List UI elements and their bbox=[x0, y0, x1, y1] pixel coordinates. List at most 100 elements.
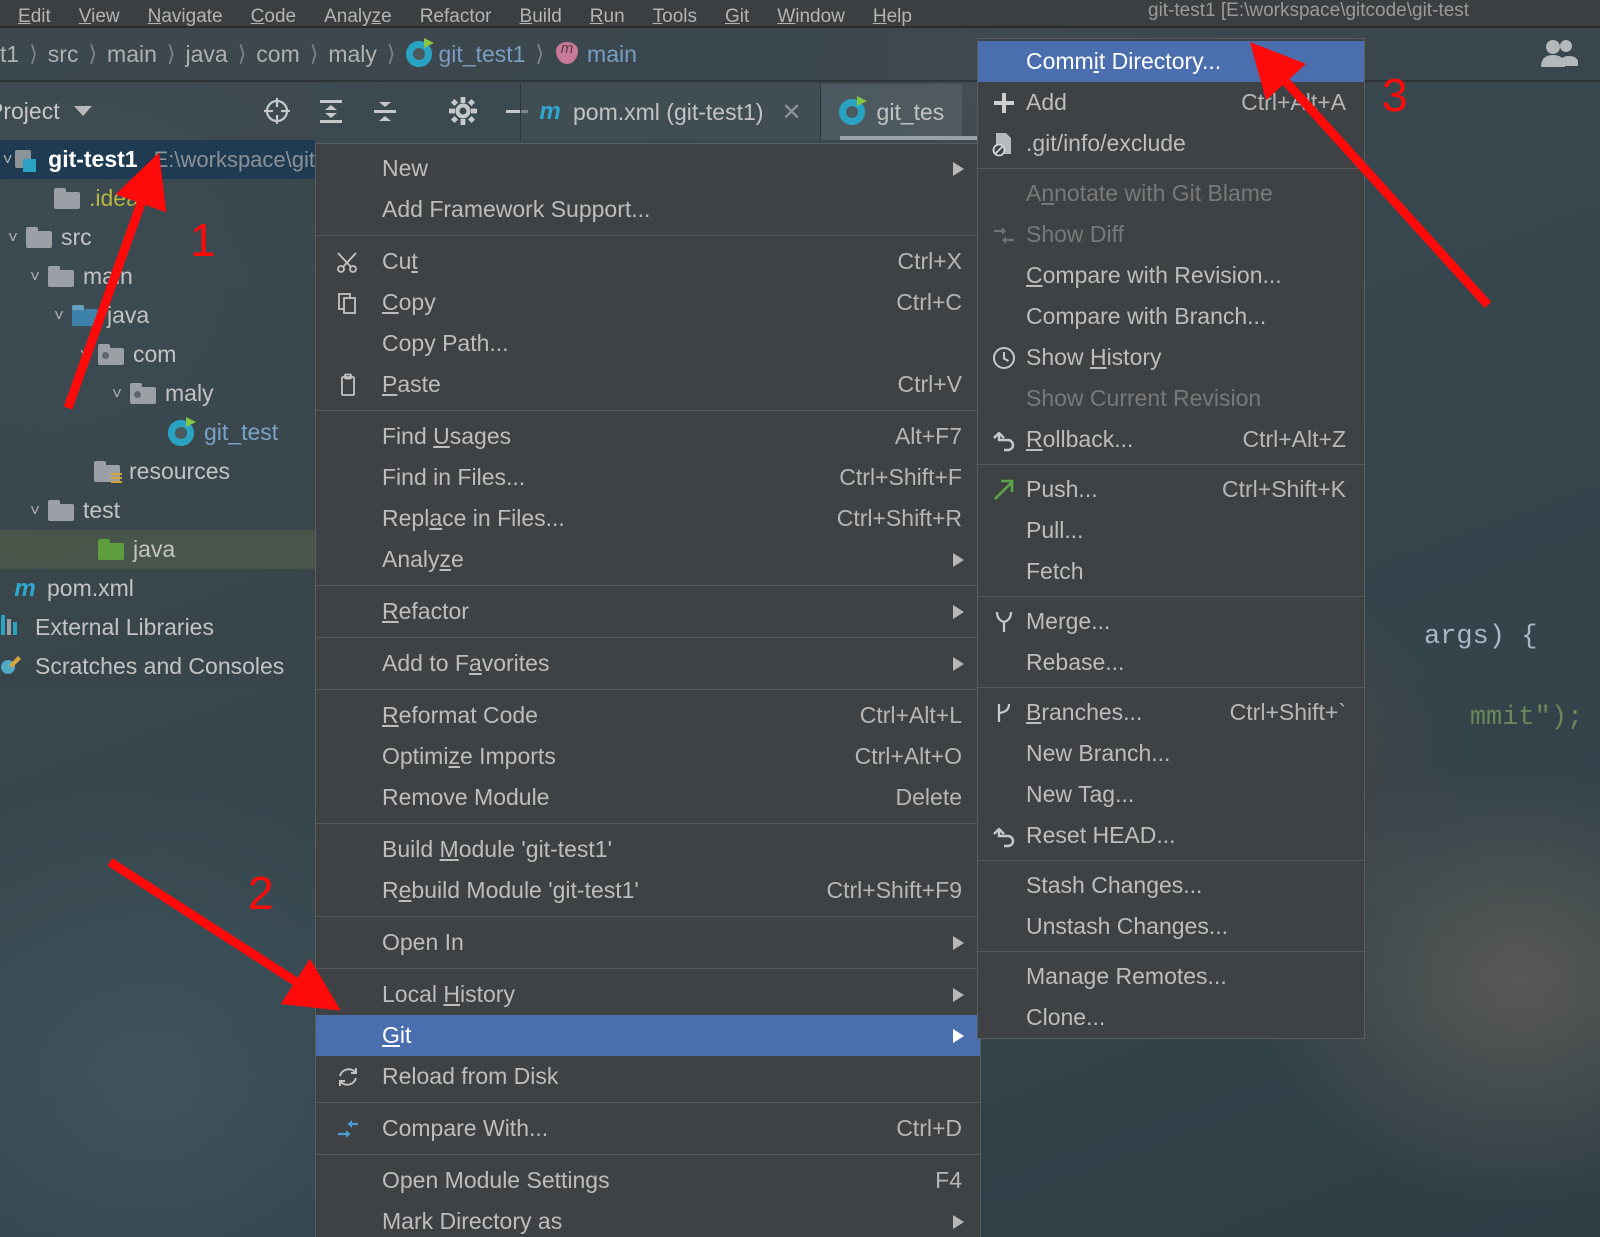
menu-run[interactable]: Run bbox=[590, 7, 625, 26]
editor-tab-pom-xml[interactable]: m pom.xml (git-test1) ✕ bbox=[520, 84, 820, 140]
chevron-down-icon[interactable]: ˅ bbox=[46, 306, 72, 326]
menu-edit[interactable]: Edit bbox=[18, 7, 51, 26]
breadcrumb-item-3[interactable]: java bbox=[186, 41, 228, 68]
menu-item-label: Build Module 'git-test1' bbox=[382, 836, 612, 862]
git-item-add[interactable]: Add Ctrl+Alt+A bbox=[978, 82, 1364, 123]
git-item-new-branch[interactable]: New Branch... bbox=[978, 733, 1364, 774]
git-item-pull[interactable]: Pull... bbox=[978, 510, 1364, 551]
tree-item-test[interactable]: ˅ test bbox=[0, 491, 315, 530]
menu-item-build-module[interactable]: Build Module 'git-test1' bbox=[316, 829, 980, 870]
menu-item-optimize-imports[interactable]: Optimize Imports Ctrl+Alt+O bbox=[316, 736, 980, 777]
git-item-exclude[interactable]: .git/info/exclude bbox=[978, 123, 1364, 164]
menu-item-add-to-favorites[interactable]: Add to Favorites bbox=[316, 643, 980, 684]
menu-item-git[interactable]: Git bbox=[316, 1015, 980, 1056]
menu-item-rebuild-module[interactable]: Rebuild Module 'git-test1' Ctrl+Shift+F9 bbox=[316, 870, 980, 911]
menu-tools[interactable]: Tools bbox=[653, 7, 697, 26]
menu-item-copy[interactable]: Copy Ctrl+C bbox=[316, 282, 980, 323]
menu-item-label: Mark Directory as bbox=[382, 1208, 563, 1234]
menu-item-remove-module[interactable]: Remove Module Delete bbox=[316, 777, 980, 818]
project-context-menu[interactable]: New Add Framework Support... Cut Ctrl+X bbox=[315, 143, 981, 1237]
menu-analyze[interactable]: Analyze bbox=[324, 7, 392, 26]
git-item-rollback[interactable]: Rollback... Ctrl+Alt+Z bbox=[978, 419, 1364, 460]
chevron-down-icon[interactable] bbox=[73, 106, 92, 116]
breadcrumb-item-5[interactable]: maly bbox=[328, 41, 377, 68]
menu-item-reload-from-disk[interactable]: Reload from Disk bbox=[316, 1056, 980, 1097]
menu-item-open-module-settings[interactable]: Open Module Settings F4 bbox=[316, 1160, 980, 1201]
menu-item-new[interactable]: New bbox=[316, 148, 980, 189]
menu-item-add-framework-support[interactable]: Add Framework Support... bbox=[316, 189, 980, 230]
chevron-down-icon[interactable]: ˅ bbox=[22, 501, 48, 521]
menu-item-paste[interactable]: Paste Ctrl+V bbox=[316, 364, 980, 405]
tree-item-scratches-and-consoles[interactable]: Scratches and Consoles bbox=[0, 647, 315, 685]
breadcrumb-item-1[interactable]: src bbox=[48, 41, 79, 68]
menu-git[interactable]: Git bbox=[725, 7, 749, 26]
settings-gear-icon[interactable] bbox=[448, 96, 478, 126]
chevron-down-icon[interactable]: ˅ bbox=[72, 345, 98, 365]
menu-item-find-in-files[interactable]: Find in Files... Ctrl+Shift+F bbox=[316, 457, 980, 498]
menu-item-refactor[interactable]: Refactor bbox=[316, 591, 980, 632]
menu-code[interactable]: Code bbox=[251, 7, 296, 26]
breadcrumb-item-0[interactable]: t1 bbox=[0, 41, 19, 68]
tree-item-maly[interactable]: ˅ maly bbox=[0, 374, 315, 413]
git-submenu[interactable]: Commit Directory... Add Ctrl+Alt+A .git/… bbox=[977, 38, 1365, 1039]
chevron-down-icon[interactable]: ˅ bbox=[0, 150, 15, 170]
breadcrumb-item-4[interactable]: com bbox=[256, 41, 299, 68]
git-item-compare-with-branch[interactable]: Compare with Branch... bbox=[978, 296, 1364, 337]
tree-item-java-test[interactable]: java bbox=[0, 530, 315, 569]
close-icon[interactable]: ✕ bbox=[781, 98, 801, 127]
tree-item-module[interactable]: ˅ git-test1 E:\workspace\git bbox=[0, 140, 315, 179]
editor-tab-bar[interactable]: m pom.xml (git-test1) ✕ git_tes bbox=[520, 84, 963, 140]
git-item-fetch[interactable]: Fetch bbox=[978, 551, 1364, 592]
menu-item-reformat-code[interactable]: Reformat Code Ctrl+Alt+L bbox=[316, 695, 980, 736]
git-item-unstash-changes[interactable]: Unstash Changes... bbox=[978, 906, 1364, 947]
git-item-new-tag[interactable]: New Tag... bbox=[978, 774, 1364, 815]
chevron-down-icon[interactable]: ˅ bbox=[0, 228, 26, 248]
git-item-merge[interactable]: Merge... bbox=[978, 601, 1364, 642]
menu-view[interactable]: View bbox=[79, 7, 120, 26]
git-item-reset-head[interactable]: Reset HEAD... bbox=[978, 815, 1364, 856]
git-item-compare-with-revision[interactable]: Compare with Revision... bbox=[978, 255, 1364, 296]
menu-build[interactable]: Build bbox=[520, 7, 562, 26]
git-item-commit-directory[interactable]: Commit Directory... bbox=[978, 41, 1364, 82]
tree-item-external-libraries[interactable]: External Libraries bbox=[0, 608, 315, 647]
breadcrumb-item-2[interactable]: main bbox=[107, 41, 157, 68]
tree-item-com[interactable]: ˅ com bbox=[0, 335, 315, 374]
breadcrumb-item-6[interactable]: git_test1 bbox=[405, 38, 525, 68]
git-item-branches[interactable]: Branches... Ctrl+Shift+` bbox=[978, 692, 1364, 733]
git-item-rebase[interactable]: Rebase... bbox=[978, 642, 1364, 683]
menu-help[interactable]: Help bbox=[873, 7, 912, 26]
menu-item-replace-in-files[interactable]: Replace in Files... Ctrl+Shift+R bbox=[316, 498, 980, 539]
menu-item-copy-path[interactable]: Copy Path... bbox=[316, 323, 980, 364]
tree-item-git-test-class[interactable]: git_test bbox=[0, 413, 315, 452]
menu-navigate[interactable]: Navigate bbox=[148, 7, 223, 26]
git-item-push[interactable]: Push... Ctrl+Shift+K bbox=[978, 469, 1364, 510]
editor-tab-git-test[interactable]: git_tes bbox=[819, 84, 963, 140]
git-item-stash-changes[interactable]: Stash Changes... bbox=[978, 865, 1364, 906]
tree-item-idea[interactable]: .idea bbox=[0, 179, 315, 218]
menu-item-find-usages[interactable]: Find Usages Alt+F7 bbox=[316, 416, 980, 457]
menu-item-local-history[interactable]: Local History bbox=[316, 974, 980, 1015]
tree-item-main[interactable]: ˅ main bbox=[0, 257, 315, 296]
git-item-clone[interactable]: Clone... bbox=[978, 997, 1364, 1038]
tree-item-java-main[interactable]: ˅ java bbox=[0, 296, 315, 335]
menu-item-open-in[interactable]: Open In bbox=[316, 922, 980, 963]
collapse-all-icon[interactable] bbox=[370, 96, 400, 126]
menu-item-cut[interactable]: Cut Ctrl+X bbox=[316, 241, 980, 282]
tree-item-resources[interactable]: resources bbox=[0, 452, 315, 491]
people-icon[interactable] bbox=[1538, 38, 1579, 73]
menu-item-analyze[interactable]: Analyze bbox=[316, 539, 980, 580]
menu-item-compare-with[interactable]: Compare With... Ctrl+D bbox=[316, 1108, 980, 1149]
breadcrumb-item-7[interactable]: main bbox=[554, 40, 637, 68]
project-tree[interactable]: ˅ git-test1 E:\workspace\git .idea ˅ src… bbox=[0, 140, 315, 685]
tree-item-pom-xml[interactable]: m pom.xml bbox=[0, 569, 315, 608]
menu-window[interactable]: Window bbox=[777, 7, 845, 26]
chevron-down-icon[interactable]: ˅ bbox=[22, 267, 48, 287]
menu-item-mark-directory-as[interactable]: Mark Directory as bbox=[316, 1201, 980, 1237]
git-item-show-history[interactable]: Show History bbox=[978, 337, 1364, 378]
git-item-manage-remotes[interactable]: Manage Remotes... bbox=[978, 956, 1364, 997]
expand-all-icon[interactable] bbox=[316, 96, 346, 126]
chevron-down-icon[interactable]: ˅ bbox=[104, 384, 130, 404]
tree-item-src[interactable]: ˅ src bbox=[0, 218, 315, 257]
menu-refactor[interactable]: Refactor bbox=[420, 7, 492, 26]
locate-icon[interactable] bbox=[262, 96, 292, 126]
